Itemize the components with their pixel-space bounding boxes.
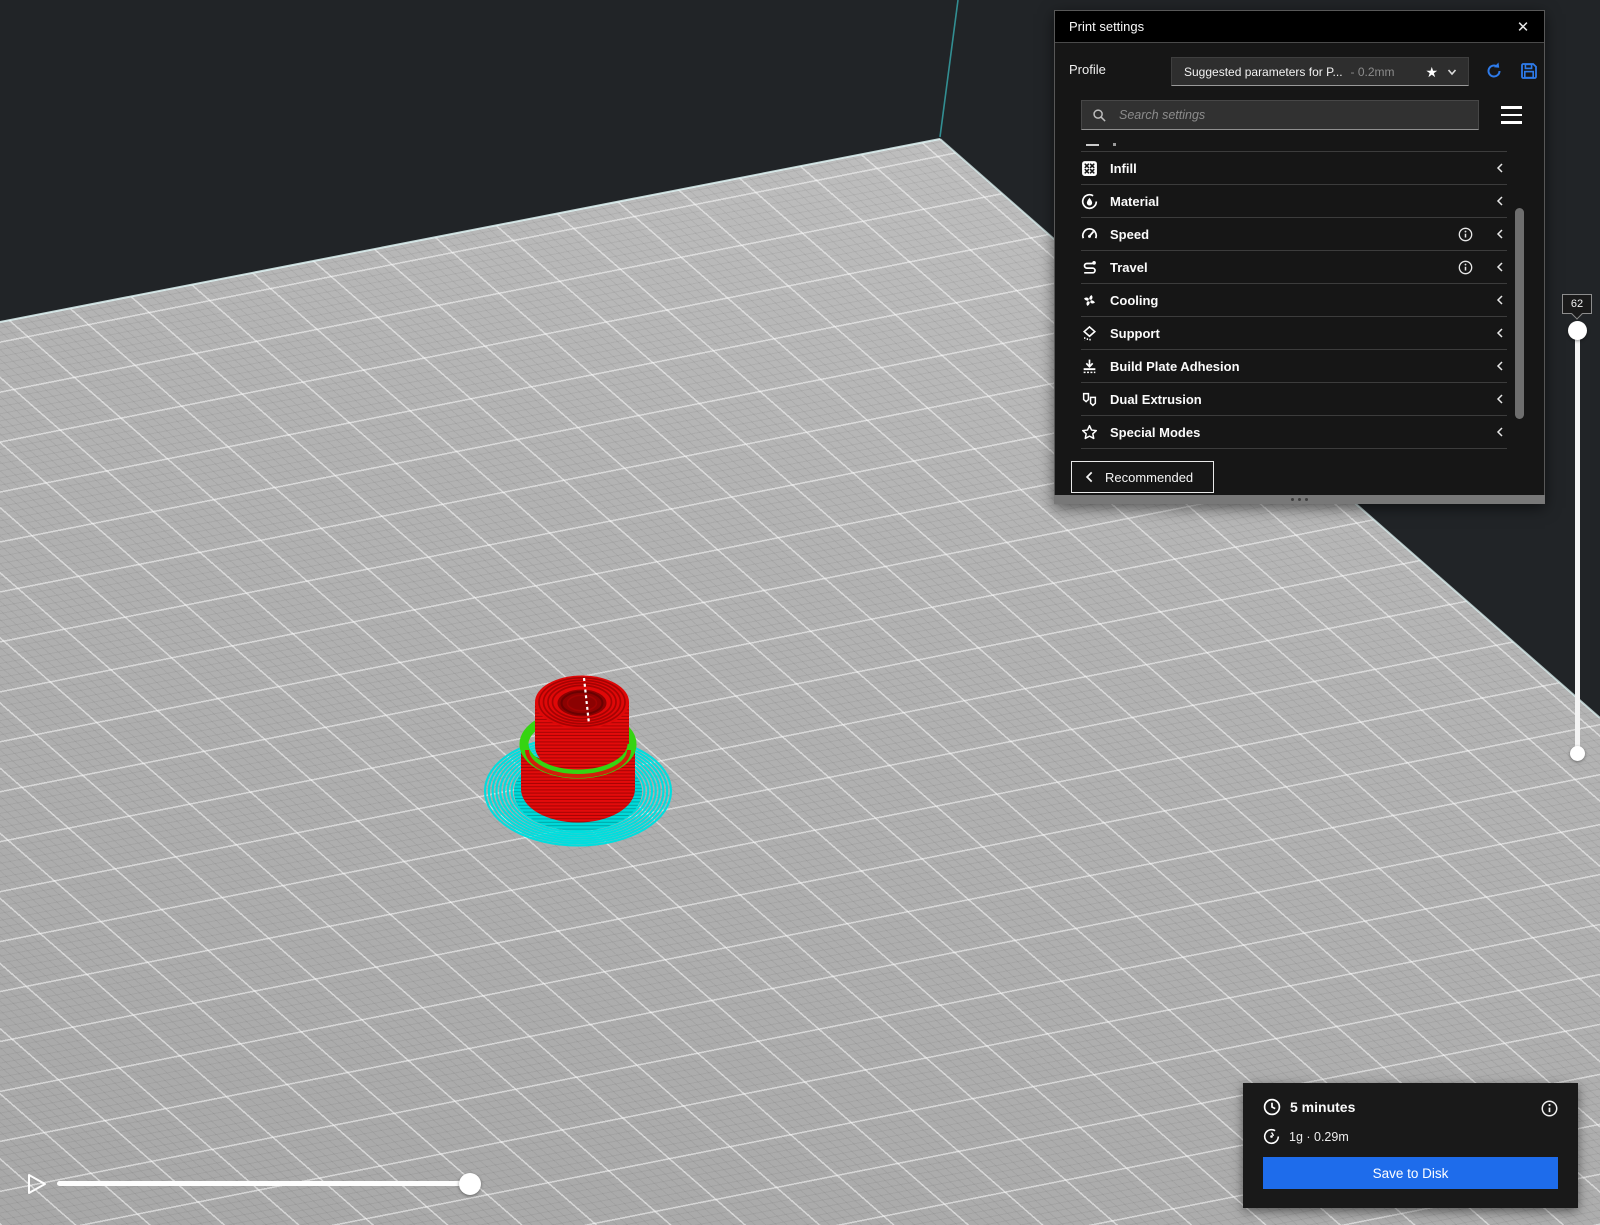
sliced-model[interactable] <box>460 650 710 870</box>
category-row-partial[interactable] <box>1055 133 1544 151</box>
chevron-left-icon[interactable] <box>1495 328 1505 338</box>
category-row-special-modes[interactable]: Special Modes <box>1081 415 1507 449</box>
travel-icon <box>1083 260 1096 274</box>
special-modes-icon <box>1081 424 1098 439</box>
print-summary-card: 5 minutes 1g · 0.29m Save to Disk <box>1243 1083 1578 1208</box>
cura-preview-screen: Print settings ✕ Profile Suggested param… <box>0 0 1600 1225</box>
path-slider-handle[interactable] <box>459 1173 481 1195</box>
category-row-build-plate-adhesion[interactable]: Build Plate Adhesion <box>1081 349 1507 382</box>
dual-extrusion-icon <box>1082 392 1097 406</box>
category-row-infill[interactable]: Infill <box>1081 151 1507 184</box>
chevron-left-icon[interactable] <box>1495 394 1505 404</box>
settings-menu-icon[interactable] <box>1501 105 1522 125</box>
category-row-travel[interactable]: Travel <box>1081 250 1507 283</box>
support-icon <box>1082 325 1097 341</box>
category-row-support[interactable]: Support <box>1081 316 1507 349</box>
panel-title: Print settings <box>1069 19 1145 34</box>
cooling-icon <box>1084 294 1095 306</box>
layer-slider-upper-handle[interactable] <box>1568 321 1587 340</box>
star-icon[interactable]: ★ <box>1425 65 1438 79</box>
print-time-row: 5 minutes <box>1263 1098 1355 1116</box>
model-top-face <box>535 675 629 729</box>
play-icon[interactable] <box>26 1172 48 1196</box>
info-icon[interactable] <box>1458 260 1473 275</box>
save-profile-icon[interactable] <box>1519 61 1539 81</box>
clock-icon <box>1263 1098 1281 1116</box>
adhesion-icon <box>1083 359 1096 373</box>
material-usage: 1g · 0.29m <box>1289 1129 1349 1144</box>
chevron-left-icon <box>1085 471 1093 483</box>
chevron-down-icon <box>1447 68 1457 75</box>
speed-icon <box>1081 227 1098 239</box>
save-to-disk-button[interactable]: Save to Disk <box>1263 1157 1558 1189</box>
search-icon <box>1093 108 1106 122</box>
reset-profile-icon[interactable] <box>1484 61 1504 81</box>
settings-scrollbar[interactable] <box>1515 208 1524 419</box>
print-settings-panel: Print settings ✕ Profile Suggested param… <box>1054 10 1545 504</box>
profile-value: Suggested parameters for P... <box>1184 64 1343 79</box>
profile-row: Profile Suggested parameters for P... - … <box>1055 53 1544 91</box>
profile-variant: - 0.2mm <box>1350 64 1395 79</box>
panel-resize-handle[interactable] <box>1054 495 1545 504</box>
category-row-dual-extrusion[interactable]: Dual Extrusion <box>1081 382 1507 415</box>
profile-label: Profile <box>1069 62 1106 77</box>
chevron-left-icon[interactable] <box>1495 295 1505 305</box>
settings-category-list: Infill Material Speed Travel Cooling Sup… <box>1055 133 1544 449</box>
chevron-left-icon[interactable] <box>1495 262 1505 272</box>
print-time: 5 minutes <box>1290 1099 1356 1115</box>
info-icon[interactable] <box>1541 1100 1558 1117</box>
chevron-left-icon[interactable] <box>1495 196 1505 206</box>
chevron-left-icon[interactable] <box>1495 163 1505 173</box>
material-spool-icon <box>1263 1128 1280 1145</box>
category-row-material[interactable]: Material <box>1081 184 1507 217</box>
chevron-left-icon[interactable] <box>1495 427 1505 437</box>
category-row-cooling[interactable]: Cooling <box>1081 283 1507 316</box>
layer-number-badge: 62 <box>1562 294 1592 314</box>
layer-slider-lower-handle[interactable] <box>1570 746 1585 761</box>
search-box[interactable] <box>1081 100 1479 130</box>
chevron-left-icon[interactable] <box>1495 229 1505 239</box>
infill-icon <box>1082 160 1097 176</box>
material-usage-row: 1g · 0.29m <box>1263 1128 1349 1145</box>
layer-slider-track[interactable] <box>1575 330 1580 753</box>
info-icon[interactable] <box>1458 227 1473 242</box>
profile-dropdown[interactable]: Suggested parameters for P... - 0.2mm ★ <box>1171 57 1469 86</box>
search-input[interactable] <box>1117 107 1468 123</box>
chevron-left-icon[interactable] <box>1495 361 1505 371</box>
material-icon <box>1081 193 1098 209</box>
panel-header: Print settings ✕ <box>1055 11 1544 43</box>
category-row-speed[interactable]: Speed <box>1081 217 1507 250</box>
recommended-button[interactable]: Recommended <box>1071 461 1214 493</box>
close-icon[interactable]: ✕ <box>1514 18 1532 36</box>
path-slider-track[interactable] <box>57 1181 478 1186</box>
